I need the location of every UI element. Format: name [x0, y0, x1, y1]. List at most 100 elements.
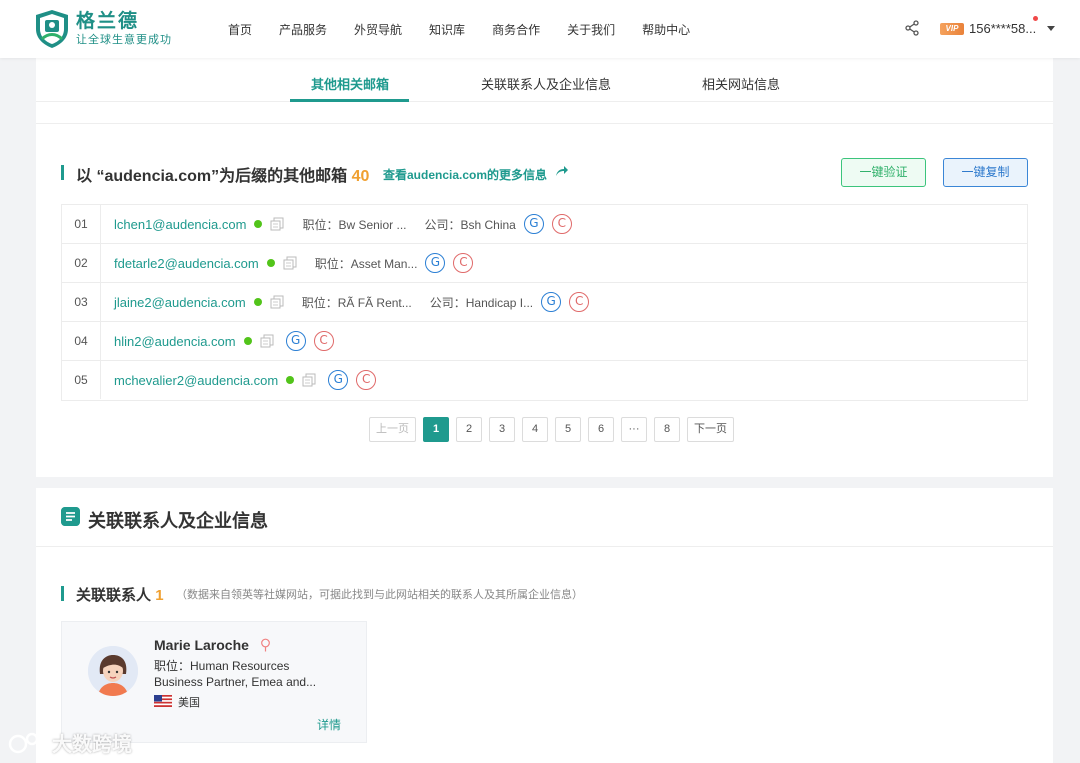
email-link[interactable]: fdetarle2@audencia.com	[114, 256, 259, 271]
copy-icon[interactable]	[260, 334, 274, 348]
contact-country: 美国	[178, 697, 200, 709]
page-button-3[interactable]: 3	[489, 417, 515, 442]
valid-status-dot	[253, 298, 262, 306]
verify-all-button[interactable]: 一键验证	[841, 158, 926, 187]
job-title: 职位：Bw Senior ...	[302, 217, 407, 232]
google-search-icon[interactable]: G	[425, 253, 446, 273]
row-index: 04	[62, 322, 101, 360]
watermark-logo-icon	[8, 732, 48, 753]
google-search-icon[interactable]: G	[285, 331, 306, 351]
page-ellipsis[interactable]: ···	[621, 417, 647, 442]
active-tab-indicator	[290, 99, 409, 102]
email-link[interactable]: jlaine2@audencia.com	[114, 295, 246, 310]
table-row: 02 fdetarle2@audencia.com 职位：Asset Man..…	[62, 244, 1027, 283]
nav-trade-guide[interactable]: 外贸导航	[354, 21, 402, 38]
emails-section-title: 以 “audencia.com”为后缀的其他邮箱 40	[76, 162, 369, 186]
share-arrow-icon[interactable]	[555, 165, 569, 177]
company-search-icon[interactable]: C	[569, 292, 590, 312]
contact-card[interactable]: Marie Laroche 职位：Human Resources Busines…	[61, 621, 367, 743]
avatar	[88, 646, 138, 696]
pagination: 上一页 1 2 3 4 5 6 ··· 8 下一页	[369, 417, 741, 442]
company-search-icon[interactable]: C	[313, 331, 334, 351]
page-button-4[interactable]: 4	[522, 417, 548, 442]
contacts-section-title: 关联联系人及企业信息	[88, 511, 268, 531]
page-button-8[interactable]: 8	[654, 417, 680, 442]
divider	[36, 123, 1053, 124]
job-title: 职位：RÃ FÃ Rent...	[301, 295, 412, 310]
emails-count: 40	[351, 168, 370, 185]
row-index: 05	[62, 361, 101, 399]
section-marker	[61, 165, 64, 180]
email-link[interactable]: hlin2@audencia.com	[114, 334, 236, 349]
notification-dot	[1033, 16, 1038, 21]
google-search-icon[interactable]: G	[328, 370, 349, 390]
company-name: 公司：Bsh China	[424, 217, 516, 232]
contact-detail-link[interactable]: 详情	[317, 716, 341, 733]
table-row: 03 jlaine2@audencia.com 职位：RÃ FÃ Rent...…	[62, 283, 1027, 322]
row-index: 03	[62, 283, 101, 321]
google-search-icon[interactable]: G	[523, 214, 544, 234]
copy-icon[interactable]	[283, 256, 297, 270]
logo[interactable]: 格兰德 让全球生意更成功	[34, 9, 172, 49]
user-phone[interactable]: 156****58...	[969, 21, 1036, 36]
copy-icon[interactable]	[270, 295, 284, 309]
copy-all-button[interactable]: 一键复制	[943, 158, 1028, 187]
nav-home[interactable]: 首页	[228, 21, 252, 38]
female-avatar-icon	[88, 646, 138, 696]
contact-name[interactable]: Marie Laroche	[154, 637, 249, 653]
table-row: 01 lchen1@audencia.com 职位：Bw Senior ... …	[62, 205, 1027, 244]
nav-about[interactable]: 关于我们	[567, 21, 615, 38]
share-icon[interactable]	[904, 20, 920, 36]
watermark-text: 大数跨境	[52, 734, 132, 756]
page-button-2[interactable]: 2	[456, 417, 482, 442]
related-contacts-title: 关联联系人 1	[76, 584, 164, 605]
vip-badge: VIP	[940, 23, 964, 35]
nav-knowledge[interactable]: 知识库	[429, 21, 465, 38]
company-name: 公司：Handicap I...	[429, 295, 534, 310]
company-search-icon[interactable]: C	[453, 253, 474, 273]
copy-icon[interactable]	[270, 217, 284, 231]
us-flag-icon	[154, 695, 172, 707]
more-info-link[interactable]: 查看audencia.com的更多信息	[383, 166, 547, 183]
prev-page-button[interactable]: 上一页	[369, 417, 416, 442]
table-row: 04 hlin2@audencia.com G C	[62, 322, 1027, 361]
related-contacts-label: 关联联系人	[76, 587, 152, 604]
list-icon	[61, 507, 80, 526]
related-contacts-count: 1	[155, 587, 164, 604]
company-search-icon[interactable]: C	[356, 370, 377, 390]
company-search-icon[interactable]: C	[551, 214, 572, 234]
page-button-5[interactable]: 5	[555, 417, 581, 442]
data-source-note: （数据来自领英等社媒网站，可据此找到与此网站相关的联系人及其所属企业信息）	[176, 589, 583, 601]
contact-job-line2: Business Partner, Emea and...	[154, 675, 317, 689]
row-index: 01	[62, 205, 101, 243]
google-search-icon[interactable]: G	[541, 292, 562, 312]
page-button-6[interactable]: 6	[588, 417, 614, 442]
chevron-down-icon[interactable]	[1047, 26, 1055, 31]
row-index: 02	[62, 244, 101, 282]
location-pin-icon	[261, 638, 270, 652]
tab-other-emails[interactable]: 其他相关邮箱	[311, 74, 389, 93]
tab-related-sites[interactable]: 相关网站信息	[702, 74, 780, 93]
tab-related-contacts[interactable]: 关联联系人及企业信息	[481, 74, 611, 93]
valid-status-dot	[243, 337, 252, 345]
logo-subtitle: 让全球生意更成功	[76, 34, 172, 46]
job-title: 职位：Asset Man...	[314, 256, 418, 271]
copy-icon[interactable]	[302, 373, 316, 387]
watermark: 大数跨境	[8, 728, 132, 757]
valid-status-dot	[286, 376, 295, 384]
valid-status-dot	[266, 259, 275, 267]
nav-products[interactable]: 产品服务	[279, 21, 327, 38]
divider	[36, 546, 1053, 547]
emails-card: 其他相关邮箱 关联联系人及企业信息 相关网站信息 以 “audencia.com…	[36, 58, 1053, 477]
nav-business[interactable]: 商务合作	[492, 21, 540, 38]
contacts-card: 关联联系人及企业信息 关联联系人 1 （数据来自领英等社媒网站，可据此找到与此网…	[36, 488, 1053, 763]
nav-help[interactable]: 帮助中心	[642, 21, 690, 38]
page-button-1[interactable]: 1	[423, 417, 449, 442]
section-tabs: 其他相关邮箱 关联联系人及企业信息 相关网站信息	[36, 58, 1053, 102]
email-link[interactable]: lchen1@audencia.com	[114, 217, 246, 232]
valid-status-dot	[254, 220, 263, 228]
top-header: 格兰德 让全球生意更成功 首页 产品服务 外贸导航 知识库 商务合作 关于我们 …	[0, 0, 1080, 58]
email-link[interactable]: mchevalier2@audencia.com	[114, 373, 278, 388]
next-page-button[interactable]: 下一页	[687, 417, 734, 442]
shield-logo-icon	[36, 10, 68, 48]
